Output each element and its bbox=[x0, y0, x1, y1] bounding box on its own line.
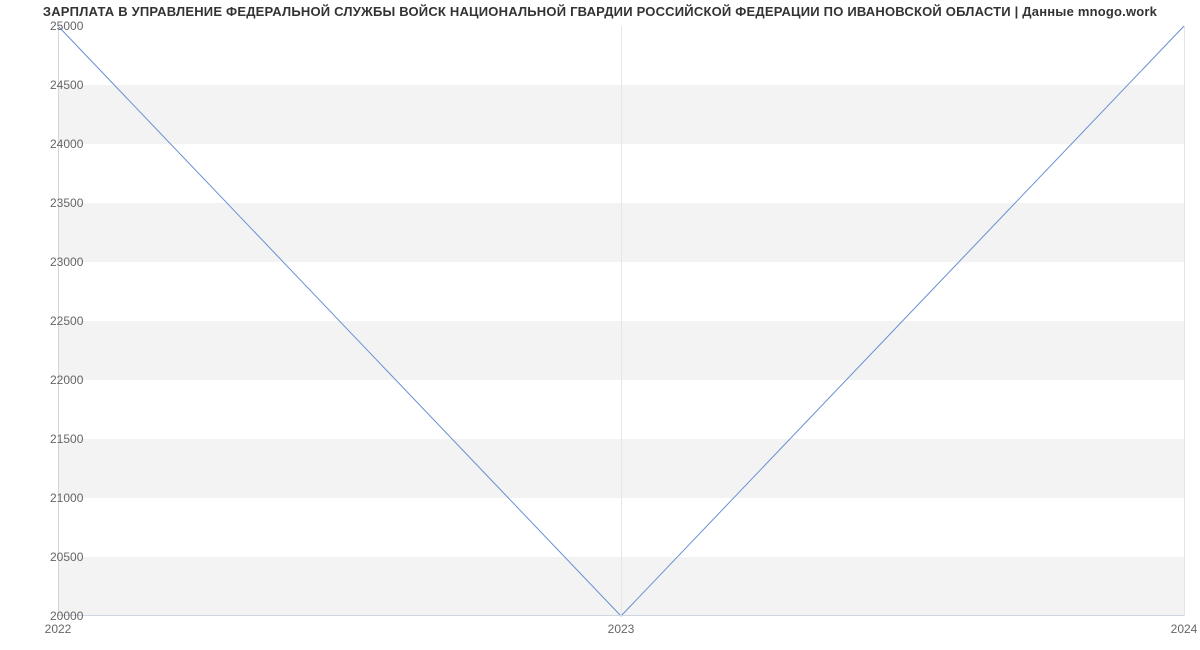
x-tick-label: 2024 bbox=[1171, 622, 1198, 636]
chart-title: ЗАРПЛАТА В УПРАВЛЕНИЕ ФЕДЕРАЛЬНОЙ СЛУЖБЫ… bbox=[0, 4, 1200, 19]
x-axis-line bbox=[58, 615, 1184, 616]
series-line bbox=[58, 26, 1184, 616]
grid-line-vertical bbox=[1184, 26, 1185, 616]
x-tick-label: 2022 bbox=[45, 622, 72, 636]
chart-container: ЗАРПЛАТА В УПРАВЛЕНИЕ ФЕДЕРАЛЬНОЙ СЛУЖБЫ… bbox=[0, 0, 1200, 650]
plot-area bbox=[58, 26, 1184, 616]
line-layer bbox=[58, 26, 1184, 616]
x-tick-label: 2023 bbox=[608, 622, 635, 636]
